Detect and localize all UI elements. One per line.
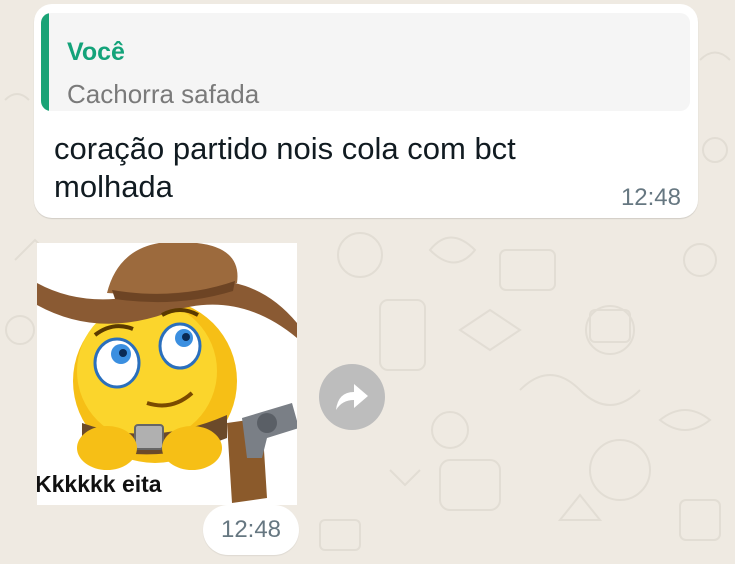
sticker-caption: Kkkkkk eita bbox=[37, 471, 162, 497]
message-bubble[interactable]: Você Cachorra safada coração partido noi… bbox=[34, 4, 698, 218]
message-text: coração partido nois cola com bct molhad… bbox=[54, 131, 516, 204]
forward-arrow-icon bbox=[336, 384, 368, 410]
message-timestamp: 12:48 bbox=[620, 184, 681, 211]
quoted-message[interactable]: Você Cachorra safada bbox=[41, 13, 690, 111]
cowboy-emoji-icon bbox=[37, 243, 297, 503]
forward-button[interactable] bbox=[319, 364, 385, 430]
quote-author: Você bbox=[67, 38, 125, 66]
cowboy-emoji-sticker[interactable]: Kkkkkk eita bbox=[37, 243, 297, 505]
sticker-timestamp: 12:48 bbox=[203, 505, 299, 555]
quote-accent-bar bbox=[41, 13, 49, 111]
quote-text: Cachorra safada bbox=[67, 79, 260, 109]
